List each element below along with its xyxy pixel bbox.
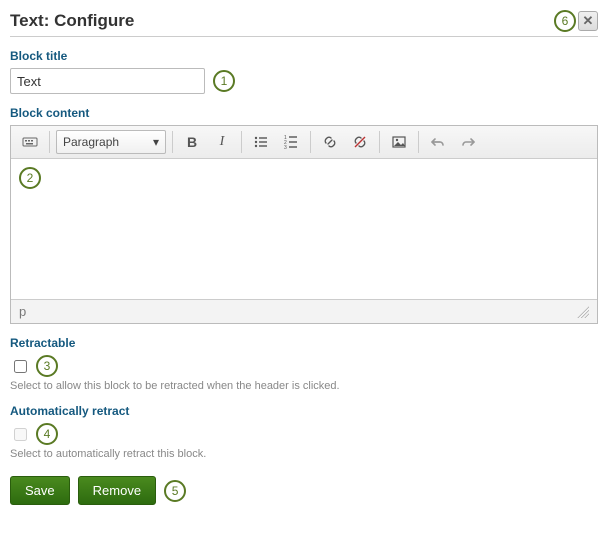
annotation-marker-1: 1: [213, 70, 235, 92]
block-title-input[interactable]: [10, 68, 205, 94]
separator: [310, 131, 311, 153]
annotation-marker-4: 4: [36, 423, 58, 445]
rich-text-editor: Paragraph ▾ B I 123 2: [10, 125, 598, 324]
editor-path: p: [19, 304, 26, 319]
annotation-marker-6: 6: [554, 10, 576, 32]
resize-handle[interactable]: [577, 306, 589, 318]
chevron-down-icon: ▾: [153, 135, 159, 149]
numbered-list-icon: 123: [283, 134, 299, 150]
separator: [172, 131, 173, 153]
bold-button[interactable]: B: [179, 130, 205, 154]
bold-icon: B: [187, 134, 197, 150]
close-group: 6 ✕: [554, 10, 598, 32]
format-select[interactable]: Paragraph ▾: [56, 130, 166, 154]
retractable-checkbox[interactable]: [14, 360, 27, 373]
retractable-label: Retractable: [10, 336, 598, 350]
image-icon: [391, 134, 407, 150]
annotation-marker-5: 5: [164, 480, 186, 502]
toggle-toolbar-button[interactable]: [17, 130, 43, 154]
editor-content-area[interactable]: 2: [11, 159, 597, 299]
editor-toolbar: Paragraph ▾ B I 123: [11, 126, 597, 159]
dialog-header: Text: Configure 6 ✕: [10, 10, 598, 37]
unlink-icon: [352, 134, 368, 150]
auto-retract-help: Select to automatically retract this blo…: [10, 448, 598, 460]
close-icon: ✕: [583, 13, 594, 29]
button-row: Save Remove 5: [10, 476, 598, 505]
remove-button[interactable]: Remove: [78, 476, 156, 505]
retractable-help: Select to allow this block to be retract…: [10, 380, 598, 392]
image-button[interactable]: [386, 130, 412, 154]
close-button[interactable]: ✕: [578, 11, 598, 31]
undo-icon: [430, 134, 446, 150]
annotation-marker-2: 2: [19, 167, 41, 189]
separator: [379, 131, 380, 153]
redo-icon: [460, 134, 476, 150]
italic-button[interactable]: I: [209, 130, 235, 154]
editor-statusbar: p: [11, 299, 597, 323]
link-icon: [322, 134, 338, 150]
dialog-title: Text: Configure: [10, 11, 134, 31]
save-button[interactable]: Save: [10, 476, 70, 505]
auto-retract-label: Automatically retract: [10, 404, 598, 418]
separator: [241, 131, 242, 153]
block-title-label: Block title: [10, 49, 598, 63]
italic-icon: I: [220, 134, 225, 150]
keyboard-icon: [22, 134, 38, 150]
link-button[interactable]: [317, 130, 343, 154]
numbered-list-button[interactable]: 123: [278, 130, 304, 154]
auto-retract-checkbox[interactable]: [14, 428, 27, 441]
undo-button[interactable]: [425, 130, 451, 154]
bullet-list-icon: [253, 134, 269, 150]
bullet-list-button[interactable]: [248, 130, 274, 154]
svg-text:3: 3: [284, 145, 287, 150]
block-content-label: Block content: [10, 106, 598, 120]
unlink-button[interactable]: [347, 130, 373, 154]
separator: [49, 131, 50, 153]
redo-button[interactable]: [455, 130, 481, 154]
annotation-marker-3: 3: [36, 355, 58, 377]
separator: [418, 131, 419, 153]
format-select-value: Paragraph: [63, 135, 119, 149]
